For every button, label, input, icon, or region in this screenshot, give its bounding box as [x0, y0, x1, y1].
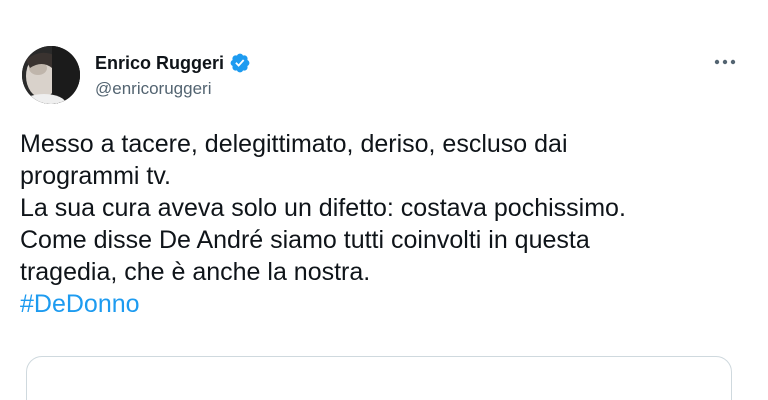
embedded-media-card[interactable]: [26, 356, 732, 400]
tweet-text-line: La sua cura aveva solo un difetto: costa…: [20, 194, 626, 222]
tweet-text-line: Come disse De André siamo tutti coinvolt…: [20, 226, 590, 254]
tweet-card: Enrico Ruggeri @enricoruggeri Messo a ta…: [0, 0, 768, 400]
tweet-text-line: Messo a tacere, delegittimato, deriso, e…: [20, 130, 568, 158]
author-handle[interactable]: @enricoruggeri: [95, 78, 211, 100]
more-options-icon[interactable]: [712, 55, 738, 69]
tweet-text-line: tragedia, che è anche la nostra.: [20, 258, 371, 286]
tweet-text-line: programmi tv.: [20, 162, 171, 190]
avatar[interactable]: [22, 46, 80, 104]
avatar-photo-icon: [22, 46, 80, 104]
author-name-row: Enrico Ruggeri: [95, 51, 251, 75]
hashtag-link[interactable]: #DeDonno: [20, 290, 140, 318]
author-display-name[interactable]: Enrico Ruggeri: [95, 51, 224, 75]
verified-badge-icon: [229, 52, 251, 74]
tweet-text: Messo a tacere, delegittimato, deriso, e…: [20, 128, 750, 320]
